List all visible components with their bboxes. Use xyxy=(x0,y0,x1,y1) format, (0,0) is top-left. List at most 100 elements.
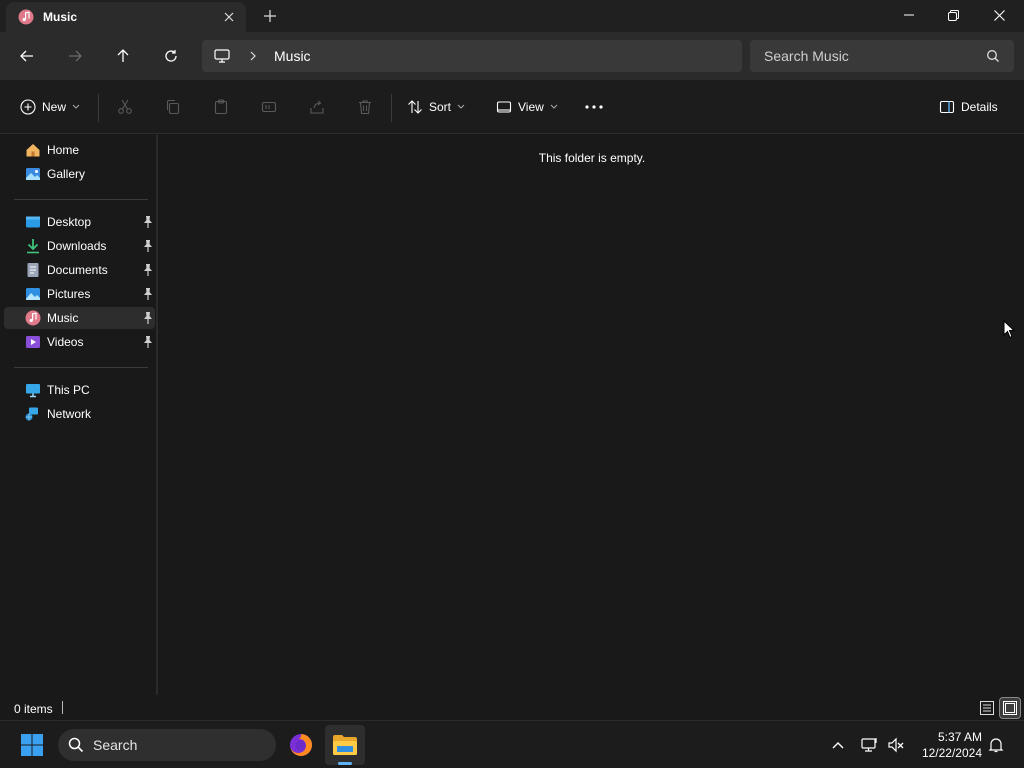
pin-icon[interactable] xyxy=(142,215,154,229)
downloads-icon xyxy=(27,239,39,254)
pin-icon[interactable] xyxy=(142,263,154,277)
cut-button[interactable] xyxy=(114,96,136,118)
details-view-button[interactable] xyxy=(977,698,997,718)
address-bar[interactable]: Music xyxy=(202,40,742,72)
close-window-button[interactable] xyxy=(976,0,1022,30)
new-button[interactable]: New xyxy=(20,94,80,120)
file-explorer-taskbar-button[interactable] xyxy=(325,725,365,765)
pin-icon[interactable] xyxy=(142,239,154,253)
paste-button[interactable] xyxy=(210,96,232,118)
arrow-up-icon xyxy=(117,49,129,62)
pin-icon[interactable] xyxy=(142,287,154,301)
tab-close-button[interactable] xyxy=(218,6,240,28)
title-bar: Music xyxy=(0,0,1024,32)
details-button[interactable]: Details xyxy=(939,94,998,120)
notifications-button[interactable] xyxy=(986,735,1006,755)
view-label: View xyxy=(518,100,544,114)
music-icon xyxy=(25,310,41,326)
pin-icon[interactable] xyxy=(142,311,154,325)
firefox-taskbar-button[interactable] xyxy=(281,725,321,765)
refresh-icon xyxy=(165,50,177,62)
chevron-right-icon[interactable] xyxy=(248,49,258,63)
sidebar-item-gallery[interactable]: Gallery xyxy=(4,163,155,185)
sort-button[interactable]: Sort xyxy=(407,94,465,120)
sidebar-item-home[interactable]: Home xyxy=(4,139,155,161)
plus-circle-icon xyxy=(20,99,36,115)
network-status-button[interactable] xyxy=(860,735,880,755)
more-options-button[interactable] xyxy=(583,96,605,118)
taskbar-search-label: Search xyxy=(93,737,138,753)
pane-splitter[interactable] xyxy=(156,135,158,695)
delete-button[interactable] xyxy=(354,96,376,118)
show-hidden-icons-button[interactable] xyxy=(828,735,848,755)
sidebar-item-music[interactable]: Music xyxy=(4,307,155,329)
up-button[interactable] xyxy=(109,42,137,70)
arrow-left-icon xyxy=(20,50,33,62)
sidebar-item-label: Network xyxy=(47,407,92,421)
clock-time: 5:37 AM xyxy=(937,730,982,744)
chevron-down-icon xyxy=(550,104,558,109)
start-button[interactable] xyxy=(12,725,52,765)
sidebar-item-network[interactable]: Network xyxy=(4,403,155,425)
new-tab-button[interactable] xyxy=(258,5,282,27)
folder-icon xyxy=(333,735,357,755)
status-separator xyxy=(62,701,63,714)
close-icon xyxy=(224,12,234,22)
scissors-icon xyxy=(118,99,132,114)
restore-button[interactable] xyxy=(930,0,976,30)
copy-button[interactable] xyxy=(162,96,184,118)
firefox-icon xyxy=(290,734,312,756)
tiles-view-button[interactable] xyxy=(999,697,1021,719)
volume-button[interactable] xyxy=(886,735,906,755)
mouse-cursor-icon xyxy=(1003,320,1015,339)
volume-muted-icon xyxy=(888,737,904,753)
sidebar-item-this-pc[interactable]: This PC xyxy=(4,379,155,401)
back-button[interactable] xyxy=(13,42,41,70)
details-label: Details xyxy=(961,100,998,114)
taskbar-search[interactable]: Search xyxy=(58,729,276,761)
breadcrumb-music[interactable]: Music xyxy=(274,48,311,64)
search-icon xyxy=(68,737,84,753)
taskbar: Search 5:37 AM 12/22/2024 xyxy=(0,720,1024,768)
windows-logo-icon xyxy=(21,734,43,756)
view-button[interactable]: View xyxy=(496,94,558,120)
tab-music[interactable]: Music xyxy=(6,2,246,32)
rename-button[interactable] xyxy=(258,96,280,118)
sidebar-item-documents[interactable]: Documents xyxy=(4,259,155,281)
list-view-icon xyxy=(980,701,994,715)
share-button[interactable] xyxy=(306,96,328,118)
sidebar-item-videos[interactable]: Videos xyxy=(4,331,155,353)
minimize-icon xyxy=(904,14,914,16)
refresh-button[interactable] xyxy=(157,42,185,70)
sidebar-item-desktop[interactable]: Desktop xyxy=(4,211,155,233)
chevron-up-icon xyxy=(832,742,844,749)
gallery-icon xyxy=(26,168,40,180)
arrow-right-icon xyxy=(69,50,82,62)
network-icon xyxy=(25,407,38,421)
details-pane-icon xyxy=(939,100,955,114)
search-input[interactable]: Search Music xyxy=(750,40,1014,72)
sidebar-item-label: Music xyxy=(47,311,79,325)
sidebar-item-label: Home xyxy=(47,143,80,157)
pin-icon[interactable] xyxy=(142,335,154,349)
item-count: 0 items xyxy=(14,702,53,716)
view-icon xyxy=(496,101,512,113)
navigation-bar: Music Search Music xyxy=(0,32,1024,80)
chevron-down-icon xyxy=(457,104,465,109)
sidebar-item-label: This PC xyxy=(47,383,90,397)
sidebar-item-label: Videos xyxy=(47,335,84,349)
search-placeholder: Search Music xyxy=(764,48,849,64)
this-pc-icon xyxy=(26,384,40,398)
forward-button[interactable] xyxy=(61,42,89,70)
bell-icon xyxy=(988,738,1004,753)
music-icon xyxy=(18,9,34,25)
navigation-pane: Home Gallery Desktop Downloads Documents… xyxy=(0,135,158,695)
clock[interactable]: 5:37 AM 12/22/2024 xyxy=(912,729,982,761)
empty-folder-message: This folder is empty. xyxy=(538,151,646,165)
minimize-button[interactable] xyxy=(886,0,932,30)
sidebar-item-pictures[interactable]: Pictures xyxy=(4,283,155,305)
sidebar-item-downloads[interactable]: Downloads xyxy=(4,235,155,257)
file-list[interactable]: This folder is empty. xyxy=(160,135,1024,695)
close-icon xyxy=(993,9,1005,21)
clock-date: 12/22/2024 xyxy=(921,746,982,760)
